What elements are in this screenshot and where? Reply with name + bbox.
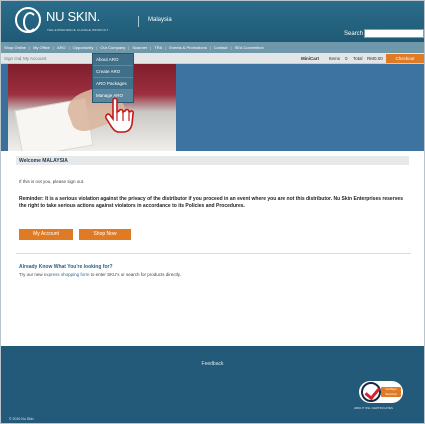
nav-item-my-office[interactable]: My Office — [33, 45, 50, 50]
my-account-button[interactable]: My Account — [19, 229, 73, 240]
nav-separator: | — [52, 45, 54, 50]
menu-item-about-aro[interactable]: About ARO — [93, 54, 133, 66]
nav-item-sea-convention[interactable]: SEA Convention — [235, 45, 264, 50]
nu-skin-logo-icon[interactable] — [15, 7, 41, 33]
country-name: Malaysia — [148, 17, 172, 23]
nav-separator: | — [128, 45, 130, 50]
privacy-reminder: Reminder: It is a serious violation agai… — [19, 196, 403, 209]
hero-background-panel — [176, 64, 424, 151]
header: NU SKIN. THE EXPERIENCE CHANGE PRODUCT M… — [1, 1, 424, 42]
footer: Feedback VeriSign Secured ABOUT SSL CERT… — [1, 346, 424, 423]
nav-separator: | — [165, 45, 167, 50]
nav-item-aro[interactable]: ARO — [57, 45, 66, 50]
sign-out-notice: If this is not you, please sign out. — [19, 179, 85, 184]
welcome-bar — [16, 156, 409, 165]
welcome-heading: Welcome MALAYSIA — [19, 158, 68, 164]
cart-total-value: RM0.00 — [367, 56, 383, 61]
nav-item-shop-online[interactable]: Shop Online — [4, 45, 26, 50]
account-bar: Sign Out | My Account MiniCart Items 0 T… — [1, 53, 424, 64]
brand-tagline: THE EXPERIENCE CHANGE PRODUCT — [47, 28, 109, 32]
brand-logo-text[interactable]: NU SKIN. — [46, 9, 100, 24]
main-nav: Shop Online | My Office | ARO | Opportun… — [1, 42, 424, 53]
search-input[interactable] — [364, 29, 424, 38]
header-divider — [138, 16, 139, 27]
nav-item-scanner[interactable]: Scanner — [132, 45, 147, 50]
already-know-heading: Already Know What You're looking for? — [19, 264, 113, 270]
cart-total-label: Total — [353, 56, 363, 61]
nav-separator: | — [68, 45, 70, 50]
content-divider — [16, 253, 411, 254]
nav-separator: | — [230, 45, 232, 50]
cart-items-label: Items — [329, 56, 341, 61]
verisign-seal[interactable]: VeriSign Secured — [359, 381, 403, 403]
nav-item-our-company[interactable]: Our Company — [100, 45, 125, 50]
hero-banner — [1, 64, 424, 151]
menu-item-aro-packages[interactable]: ARO Packages — [93, 78, 133, 90]
aro-dropdown-menu: About ARO Create ARO ARO Packages Manage… — [92, 53, 134, 103]
cart-items-count: 0 — [345, 56, 348, 61]
nav-separator: | — [209, 45, 211, 50]
express-shopping-prefix: Try our new — [19, 272, 44, 277]
nav-item-opportunity[interactable]: Opportunity — [73, 45, 94, 50]
feedback-link[interactable]: Feedback — [1, 361, 424, 367]
my-account-link[interactable]: My Account — [23, 56, 46, 61]
hand-pointer-cursor-icon — [105, 97, 134, 133]
nav-item-events-promotions[interactable]: Events & Promotions — [169, 45, 206, 50]
checkmark-icon — [361, 382, 381, 402]
express-shopping-text: Try our new express shopping form to ent… — [19, 272, 181, 277]
search-label: Search — [344, 31, 364, 37]
shop-now-button[interactable]: Shop Now — [79, 229, 131, 240]
menu-item-create-aro[interactable]: Create ARO — [93, 66, 133, 78]
express-shopping-suffix: to enter SKU's or search for products di… — [89, 272, 181, 277]
nav-item-tra[interactable]: TRA — [154, 45, 162, 50]
nav-separator: | — [29, 45, 31, 50]
verisign-secured-badge: VeriSign Secured — [381, 387, 401, 397]
verisign-label[interactable]: ABOUT SSL CERTIFICATES — [354, 406, 393, 410]
express-shopping-form-link[interactable]: express shopping form — [44, 272, 90, 277]
checkout-button[interactable]: Checkout — [386, 54, 424, 63]
sign-out-link[interactable]: Sign Out — [4, 56, 22, 61]
minicart-label[interactable]: MiniCart — [301, 56, 319, 61]
nav-item-contact[interactable]: Contact — [214, 45, 228, 50]
page: NU SKIN. THE EXPERIENCE CHANGE PRODUCT M… — [0, 0, 425, 424]
subbar-separator: | — [20, 56, 22, 61]
copyright-text: © 2010 Nu Skin — [9, 417, 34, 421]
nav-separator: | — [96, 45, 98, 50]
nav-separator: | — [150, 45, 152, 50]
